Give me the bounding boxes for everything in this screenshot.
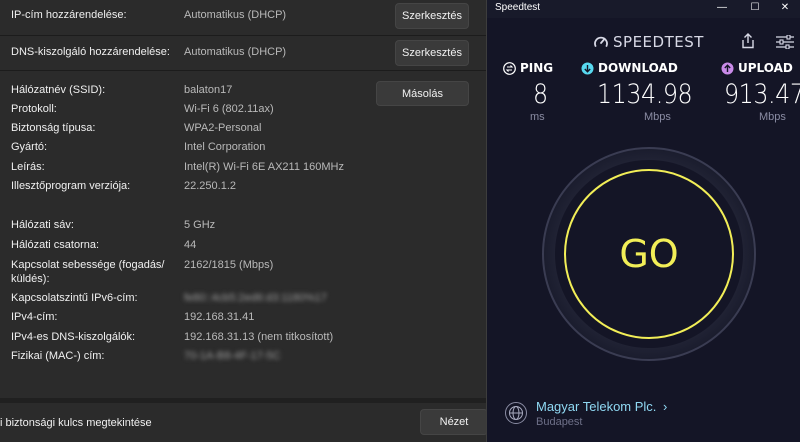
isp-name: Magyar Telekom Plc. bbox=[536, 399, 657, 414]
go-label: GO bbox=[619, 232, 678, 276]
property-value: 192.168.31.13 (nem titkosított) bbox=[184, 331, 334, 343]
download-icon bbox=[581, 62, 594, 74]
security-key-row: i biztonsági kulcs megtekintése Nézet bbox=[0, 403, 486, 442]
ip-assignment-row: IP-cím hozzárendelése: Automatikus (DHCP… bbox=[0, 0, 486, 35]
ping-header: PING bbox=[503, 61, 553, 75]
mac-value-redacted: 70-1A-B8-4F-17-5C bbox=[184, 350, 281, 362]
view-security-key-button[interactable]: Nézet bbox=[420, 409, 486, 435]
property-label: Biztonság típusa: bbox=[11, 122, 96, 134]
window-title: Speedtest bbox=[495, 2, 541, 13]
isp-location: Budapest bbox=[536, 416, 583, 428]
property-value: WPA2-Personal bbox=[184, 122, 262, 134]
settings-sliders-icon[interactable] bbox=[776, 35, 794, 49]
property-label-line1: Kapcsolat sebessége (fogadás/ bbox=[11, 259, 165, 271]
property-label: Hálózati sáv: bbox=[11, 219, 74, 231]
ping-value: 8 bbox=[533, 79, 548, 110]
dns-assignment-edit-button[interactable]: Szerkesztés bbox=[395, 40, 469, 66]
download-header: DOWNLOAD bbox=[581, 61, 678, 75]
upload-icon bbox=[721, 62, 734, 74]
property-value: 44 bbox=[184, 239, 197, 251]
ip-assignment-edit-button[interactable]: Szerkesztés bbox=[395, 3, 469, 29]
brand-name: SPEEDTEST bbox=[613, 33, 704, 51]
minimize-icon[interactable]: — bbox=[709, 0, 735, 14]
property-label: IPv4-cím: bbox=[11, 311, 58, 323]
property-value: 5 GHz bbox=[184, 219, 216, 231]
property-label: Illesztőprogram verziója: bbox=[11, 180, 131, 192]
copy-button[interactable]: Másolás bbox=[376, 81, 469, 106]
property-label: Kapcsolatszintű IPv6-cím: bbox=[11, 292, 138, 304]
globe-glyph bbox=[509, 406, 523, 420]
property-label: Protokoll: bbox=[11, 103, 57, 115]
property-value: 22.250.1.2 bbox=[184, 180, 236, 192]
property-label: Leírás: bbox=[11, 161, 45, 173]
upload-label: UPLOAD bbox=[738, 61, 793, 75]
dns-assignment-value: Automatikus (DHCP) bbox=[184, 46, 287, 58]
property-value: balaton17 bbox=[184, 84, 233, 96]
isp-link[interactable]: Magyar Telekom Plc. › bbox=[536, 399, 667, 414]
speedtest-logo: SPEEDTEST bbox=[593, 33, 704, 51]
close-icon[interactable]: ✕ bbox=[772, 0, 798, 14]
go-button[interactable]: GO bbox=[541, 146, 757, 362]
share-icon[interactable] bbox=[741, 33, 755, 49]
speedometer-icon bbox=[594, 36, 608, 47]
dns-assignment-label: DNS-kiszolgáló hozzárendelése: bbox=[11, 46, 170, 58]
property-value: Intel Corporation bbox=[184, 141, 266, 153]
download-value: 1134.98 bbox=[597, 79, 693, 110]
upload-unit: Mbps bbox=[759, 111, 786, 123]
maximize-icon[interactable]: ☐ bbox=[742, 0, 768, 14]
dns-assignment-row: DNS-kiszolgáló hozzárendelése: Automatik… bbox=[0, 36, 486, 70]
title-bar: Speedtest — ☐ ✕ bbox=[487, 0, 800, 18]
property-label: Gyártó: bbox=[11, 141, 48, 153]
upload-header: UPLOAD bbox=[721, 61, 793, 75]
upload-value: 913.47 bbox=[724, 79, 800, 110]
globe-icon bbox=[505, 402, 527, 424]
property-label: Hálózati csatorna: bbox=[11, 239, 100, 251]
download-label: DOWNLOAD bbox=[598, 61, 678, 75]
ip-assignment-label: IP-cím hozzárendelése: bbox=[11, 9, 127, 21]
property-label: Fizikai (MAC-) cím: bbox=[11, 350, 105, 362]
properties-card: Másolás Hálózatnév (SSID): balaton17 Pro… bbox=[0, 71, 486, 398]
property-value: Intel(R) Wi-Fi 6E AX211 160MHz bbox=[184, 161, 344, 173]
property-value: Wi-Fi 6 (802.11ax) bbox=[184, 103, 274, 115]
property-label: Hálózatnév (SSID): bbox=[11, 84, 106, 96]
security-key-label: i biztonsági kulcs megtekintése bbox=[0, 417, 152, 429]
property-label: IPv4-es DNS-kiszolgálók: bbox=[11, 331, 136, 343]
ping-icon bbox=[503, 61, 516, 75]
chevron-right-icon: › bbox=[663, 399, 668, 414]
ping-unit: ms bbox=[530, 111, 545, 123]
ipv6-value-redacted: fe80::4cb5:2ed6:d3:1180%17 bbox=[184, 292, 327, 304]
ping-label: PING bbox=[520, 61, 554, 75]
property-value: 2162/1815 (Mbps) bbox=[184, 259, 274, 271]
download-unit: Mbps bbox=[644, 111, 671, 123]
property-label-line2: küldés): bbox=[11, 273, 50, 285]
property-value: 192.168.31.41 bbox=[184, 311, 255, 323]
network-properties-panel: IP-cím hozzárendelése: Automatikus (DHCP… bbox=[0, 0, 486, 442]
speedtest-window: Speedtest — ☐ ✕ SPEEDTEST PING 8 ms DOWN… bbox=[486, 0, 800, 442]
ip-assignment-value: Automatikus (DHCP) bbox=[184, 9, 287, 21]
